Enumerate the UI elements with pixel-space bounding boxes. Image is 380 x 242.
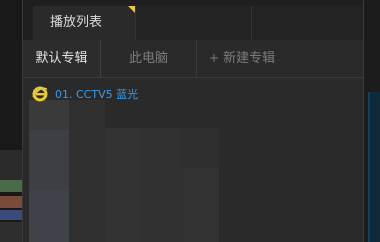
playlist-tab-bar: 播放列表 [23,0,363,40]
background-window-strip [0,0,22,242]
tab-empty-2[interactable] [251,6,363,40]
plus-icon: + [209,51,220,65]
player-window: 播放列表 默认专辑 此电脑 + 新建专辑 01. CCTV5 蓝光 [0,0,380,242]
ie-icon [32,86,48,102]
tab-corner-marker [128,6,135,13]
tab-playlist[interactable]: 播放列表 [33,6,135,40]
tab-this-computer[interactable]: 此电脑 [101,40,197,77]
new-album-button[interactable]: + 新建专辑 [197,40,297,77]
playlist-panel: 播放列表 默认专辑 此电脑 + 新建专辑 01. CCTV5 蓝光 [22,0,364,242]
playlist-item[interactable]: 01. CCTV5 蓝光 [31,84,138,104]
pixelated-content-area [29,100,219,242]
tab-this-computer-label: 此电脑 [128,51,168,66]
background-window-edge [364,0,380,242]
tab-default-album-label: 默认专辑 [35,51,88,66]
background-window-accent [368,92,380,242]
tab-empty-1[interactable] [135,6,251,40]
new-album-label: 新建专辑 [223,51,276,66]
tab-playlist-label: 播放列表 [50,15,103,30]
album-tabs: 默认专辑 此电脑 + 新建专辑 [23,40,363,78]
tab-default-album[interactable]: 默认专辑 [23,40,101,77]
playlist-item-title: 01. CCTV5 蓝光 [55,88,139,101]
